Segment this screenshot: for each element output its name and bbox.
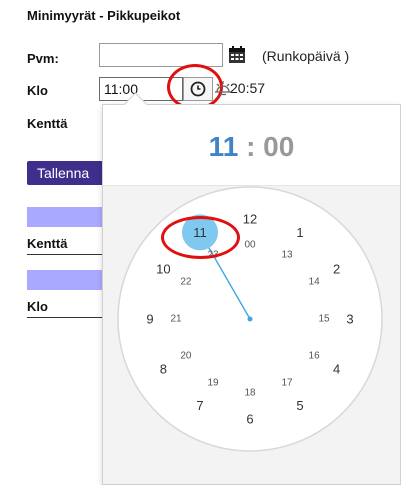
hour-9[interactable]: 9 xyxy=(146,312,153,327)
hour-6[interactable]: 6 xyxy=(246,412,253,427)
selected-hour-highlight xyxy=(161,216,240,259)
field-label: Kenttä xyxy=(27,116,68,131)
hour-inner-14[interactable]: 14 xyxy=(309,277,321,288)
hour-12[interactable]: 12 xyxy=(243,212,257,227)
hour-inner-16[interactable]: 16 xyxy=(309,351,321,362)
hour-10[interactable]: 10 xyxy=(156,262,170,277)
list-time-label: Klo xyxy=(27,299,48,314)
hour-inner-20[interactable]: 20 xyxy=(180,351,192,362)
alt-time-value: 20:57 xyxy=(230,80,266,96)
hour-inner-17[interactable]: 17 xyxy=(281,378,293,389)
hour-2[interactable]: 2 xyxy=(333,262,340,277)
band-1 xyxy=(27,207,107,227)
picker-minutes[interactable]: 00 xyxy=(263,131,294,162)
hour-inner-18[interactable]: 18 xyxy=(244,388,256,399)
hour-3[interactable]: 3 xyxy=(346,312,353,327)
list-field-label: Kenttä xyxy=(27,236,68,251)
hour-inner-00[interactable]: 00 xyxy=(244,240,256,251)
hour-inner-15[interactable]: 15 xyxy=(318,314,330,325)
picker-hours[interactable]: 11 xyxy=(209,131,239,162)
band-2 xyxy=(27,270,107,290)
hour-7[interactable]: 7 xyxy=(196,398,203,413)
hour-8[interactable]: 8 xyxy=(160,362,167,377)
picker-separator: : xyxy=(246,131,256,162)
hour-inner-22[interactable]: 22 xyxy=(180,277,192,288)
runkopaiva-note: (Runkopäivä ) xyxy=(262,48,350,64)
time-picker-header: 11 : 00 xyxy=(103,105,400,185)
calendar-icon xyxy=(229,46,245,63)
hour-inner-21[interactable]: 21 xyxy=(170,314,182,325)
hour-4[interactable]: 4 xyxy=(333,362,340,377)
hour-1[interactable]: 1 xyxy=(296,225,303,240)
date-input[interactable] xyxy=(99,43,223,67)
divider xyxy=(27,317,107,318)
hour-inner-13[interactable]: 13 xyxy=(281,249,293,260)
dial-center xyxy=(247,316,253,322)
divider xyxy=(27,254,107,255)
hour-inner-19[interactable]: 19 xyxy=(207,378,219,389)
picker-time-display: 11 : 00 xyxy=(103,131,400,163)
clock-dial[interactable]: 121234567891011 001314151617181920212223 xyxy=(115,184,385,454)
date-label: Pvm: xyxy=(27,51,59,66)
time-label: Klo xyxy=(27,83,48,98)
hour-5[interactable]: 5 xyxy=(296,398,303,413)
calendar-button[interactable] xyxy=(226,44,248,66)
page-title: Minimyyrät - Pikkupeikot xyxy=(27,8,181,23)
